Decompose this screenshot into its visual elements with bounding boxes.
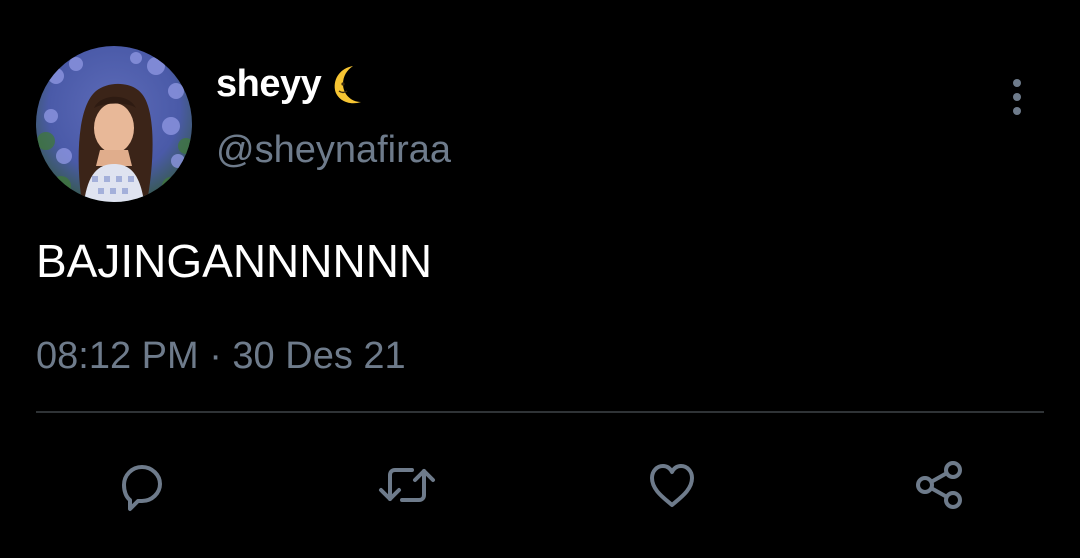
display-name[interactable]: sheyy xyxy=(216,63,322,106)
more-options-button[interactable] xyxy=(996,74,1038,120)
retweet-icon xyxy=(379,468,435,502)
share-icon xyxy=(916,461,962,509)
profile-avatar[interactable] xyxy=(36,46,192,202)
like-button[interactable] xyxy=(627,440,717,530)
like-icon xyxy=(650,464,694,507)
share-button[interactable] xyxy=(894,440,984,530)
reply-icon xyxy=(122,465,162,511)
crescent-moon-emoji xyxy=(334,66,362,104)
display-name-row[interactable]: sheyy xyxy=(216,56,371,112)
tweet-text: BAJINGANNNNNN xyxy=(36,235,433,287)
divider xyxy=(36,411,1044,413)
avatar-image xyxy=(36,46,192,202)
user-handle[interactable]: @sheynafiraa xyxy=(216,128,451,172)
more-vertical-icon xyxy=(1013,79,1021,115)
retweet-button[interactable] xyxy=(362,440,452,530)
tweet-actions-bar xyxy=(0,440,1080,530)
reply-button[interactable] xyxy=(95,440,185,530)
tweet-timestamp[interactable]: 08:12 PM · 30 Des 21 xyxy=(36,334,406,378)
